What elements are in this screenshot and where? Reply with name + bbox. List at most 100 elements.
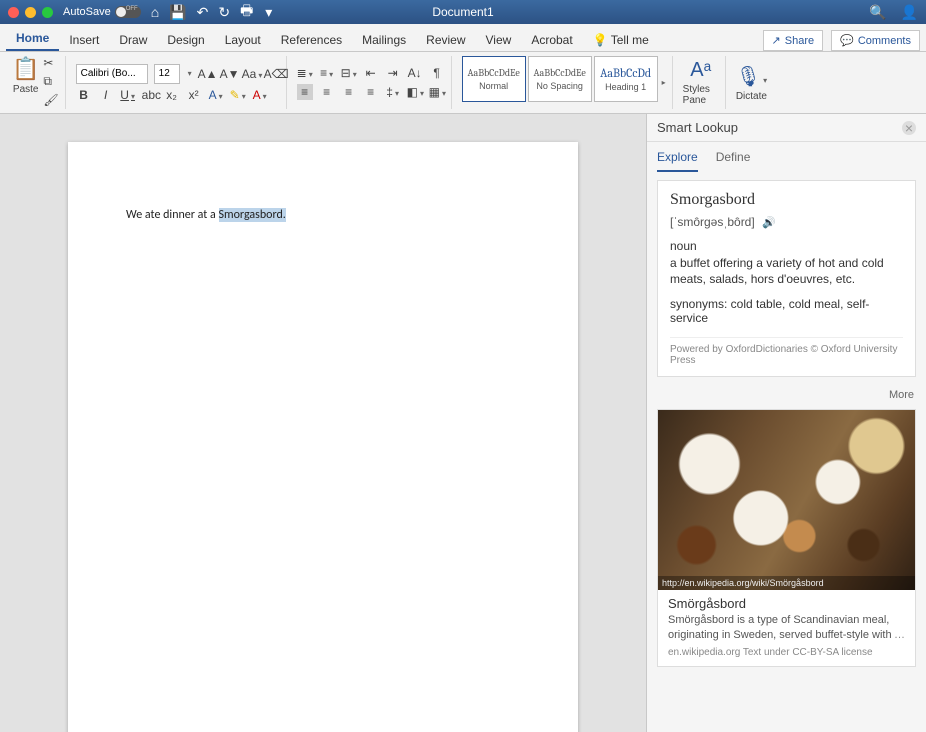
more-link[interactable]: More (647, 385, 926, 405)
font-size-dropdown-icon[interactable]: ▾ (188, 69, 192, 78)
sort-icon[interactable]: A↓ (407, 66, 423, 80)
share-icon: ↗ (772, 34, 781, 47)
wiki-card[interactable]: http://en.wikipedia.org/wiki/Smörgåsbord… (657, 409, 916, 667)
cut-icon[interactable]: ✂ (43, 56, 58, 70)
document-canvas[interactable]: We ate dinner at a Smorgasbord. (0, 114, 646, 732)
line-spacing-icon[interactable]: ‡▾ (385, 85, 401, 99)
close-icon[interactable]: × (902, 121, 916, 135)
dict-term: Smorgasbord (670, 191, 903, 209)
zoom-window-icon[interactable] (42, 7, 53, 18)
clipboard-icon: 📋 (12, 56, 39, 82)
styles-pane-icon: Aᵃ (690, 59, 711, 82)
dictionary-card: Smorgasbord [ˈsmôrgəsˌbôrd] 🔊 noun a buf… (657, 180, 916, 377)
redo-icon[interactable]: ↻ (218, 4, 230, 21)
workspace: We ate dinner at a Smorgasbord. Smart Lo… (0, 114, 926, 732)
wiki-photo-placeholder (658, 410, 915, 590)
numbering-icon[interactable]: ≡▾ (319, 66, 335, 80)
autosave-toggle[interactable]: AutoSave OFF (63, 6, 141, 18)
superscript-button[interactable]: x² (186, 88, 202, 102)
paste-button[interactable]: 📋 Paste (12, 56, 39, 109)
tab-acrobat[interactable]: Acrobat (521, 29, 582, 51)
close-window-icon[interactable] (8, 7, 19, 18)
autosave-state: OFF (126, 6, 138, 12)
comments-button[interactable]: 💬Comments (831, 30, 920, 51)
style-normal[interactable]: AaBbCcDdEe Normal (462, 56, 526, 102)
speaker-icon[interactable]: 🔊 (762, 217, 776, 229)
format-painter-icon[interactable]: 🖌 (43, 93, 58, 107)
grow-font-icon[interactable]: A▲ (198, 67, 214, 81)
share-button[interactable]: ↗Share (763, 30, 824, 51)
dictate-button[interactable]: 🎙▾ Dictate (736, 64, 767, 102)
tell-me-label: Tell me (611, 33, 649, 47)
tab-home[interactable]: Home (6, 27, 59, 51)
tab-explore[interactable]: Explore (657, 150, 698, 172)
tab-insert[interactable]: Insert (59, 29, 109, 51)
clear-format-icon[interactable]: A⌫ (264, 67, 280, 81)
align-left-icon[interactable]: ≡ (297, 84, 313, 100)
minimize-window-icon[interactable] (25, 7, 36, 18)
titlebar: AutoSave OFF ⌂ 💾 ↶ ↻ 🖶 ▾ Document1 🔍 👤 (0, 0, 926, 24)
align-center-icon[interactable]: ≡ (319, 85, 335, 99)
shading-icon[interactable]: ◧▾ (407, 85, 423, 99)
multilevel-icon[interactable]: ⊟▾ (341, 66, 357, 80)
undo-icon[interactable]: ↶ (197, 4, 209, 21)
tab-mailings[interactable]: Mailings (352, 29, 416, 51)
style-no-spacing[interactable]: AaBbCcDdEe No Spacing (528, 56, 592, 102)
shrink-font-icon[interactable]: A▼ (220, 67, 236, 81)
document-body[interactable]: We ate dinner at a Smorgasbord. (126, 208, 286, 222)
dictate-label: Dictate (736, 91, 767, 102)
font-family-select[interactable] (76, 64, 148, 84)
change-case-icon[interactable]: Aa▾ (242, 67, 258, 81)
styles-pane-button[interactable]: Aᵃ Styles Pane (683, 59, 719, 106)
tell-me[interactable]: 💡 Tell me (583, 29, 659, 51)
search-icon[interactable]: 🔍 (869, 4, 886, 21)
font-size-select[interactable] (154, 64, 180, 84)
dict-pronunciation: [ˈsmôrgəsˌbôrd] 🔊 (670, 215, 903, 229)
print-icon[interactable]: 🖶 (240, 0, 253, 24)
italic-button[interactable]: I (98, 88, 114, 102)
qat-dropdown-icon[interactable]: ▾ (265, 4, 272, 21)
comments-label: Comments (858, 35, 911, 47)
style-nospacing-sample: AaBbCcDdEe (529, 67, 591, 79)
style-normal-sample: AaBbCcDdEe (463, 67, 525, 79)
font-color-icon[interactable]: A▾ (252, 88, 268, 102)
smart-lookup-header: Smart Lookup × (647, 114, 926, 142)
style-heading1[interactable]: AaBbCcDd Heading 1 (594, 56, 658, 102)
increase-indent-icon[interactable]: ⇥ (385, 66, 401, 80)
clipboard-group: 📋 Paste ✂ ⧉ 🖌 (6, 56, 66, 109)
tab-view[interactable]: View (476, 29, 522, 51)
strikethrough-button[interactable]: abc (142, 88, 158, 102)
copy-icon[interactable]: ⧉ (43, 74, 58, 89)
decrease-indent-icon[interactable]: ⇤ (363, 66, 379, 80)
wiki-more-icon[interactable]: … (894, 628, 905, 643)
doc-text-selection[interactable]: Smorgasbord. (219, 208, 286, 222)
tab-design[interactable]: Design (157, 29, 214, 51)
justify-icon[interactable]: ≡ (363, 85, 379, 99)
document-page[interactable]: We ate dinner at a Smorgasbord. (68, 142, 578, 732)
text-effects-icon[interactable]: A▾ (208, 88, 224, 102)
underline-button[interactable]: U▾ (120, 88, 136, 102)
wiki-title: Smörgåsbord (668, 596, 905, 611)
show-marks-icon[interactable]: ¶ (429, 66, 445, 80)
dict-definition: a buffet offering a variety of hot and c… (670, 255, 903, 287)
align-right-icon[interactable]: ≡ (341, 85, 357, 99)
tab-define[interactable]: Define (716, 150, 751, 172)
window-controls (8, 7, 53, 18)
bullets-icon[interactable]: ≣▾ (297, 66, 313, 80)
bold-button[interactable]: B (76, 88, 92, 102)
autosave-switch[interactable]: OFF (115, 6, 141, 18)
dict-pos: noun (670, 239, 903, 253)
styles-gallery-dropdown-icon[interactable]: ▸ (662, 78, 666, 87)
save-icon[interactable]: 💾 (169, 4, 186, 21)
subscript-button[interactable]: x₂ (164, 88, 180, 102)
home-icon[interactable]: ⌂ (151, 4, 159, 20)
tab-review[interactable]: Review (416, 29, 475, 51)
account-icon[interactable]: 👤 (901, 4, 918, 21)
tab-draw[interactable]: Draw (109, 29, 157, 51)
highlight-icon[interactable]: ✎▾ (230, 88, 246, 102)
autosave-label: AutoSave (63, 6, 111, 18)
borders-icon[interactable]: ▦▾ (429, 85, 445, 99)
tab-references[interactable]: References (271, 29, 352, 51)
tab-layout[interactable]: Layout (215, 29, 271, 51)
dictate-group: 🎙▾ Dictate (730, 56, 773, 109)
